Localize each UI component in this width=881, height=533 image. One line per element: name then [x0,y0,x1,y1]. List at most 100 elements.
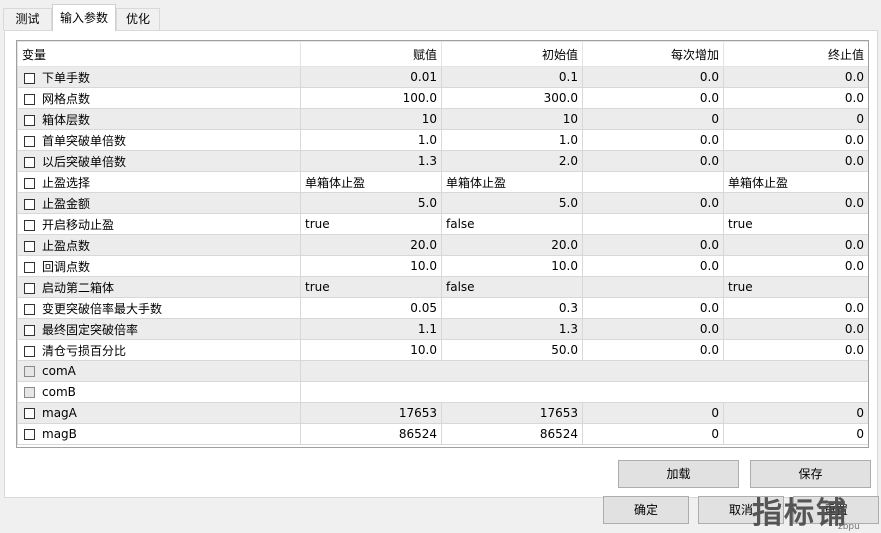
stop-cell[interactable]: 0.0 [723,87,868,109]
step-cell[interactable] [582,276,724,298]
step-cell[interactable] [582,171,724,193]
value-cell[interactable]: 0.05 [300,297,442,319]
step-cell[interactable]: 0.0 [582,129,724,151]
stop-cell[interactable]: 单箱体止盈 [723,171,868,193]
value-cell[interactable]: 86524 [300,423,442,445]
stop-cell[interactable]: true [723,276,868,298]
optimize-checkbox[interactable] [24,219,35,231]
start-cell[interactable]: 10 [441,108,583,130]
table-row[interactable]: 止盈金额 5.0 5.0 0.0 0.0 [17,192,868,214]
start-cell[interactable]: 86524 [441,423,583,445]
value-cell[interactable]: 20.0 [300,234,442,256]
column-header-value[interactable]: 赋值 [300,41,442,67]
optimize-checkbox[interactable] [24,324,35,336]
stop-cell[interactable]: 0 [723,108,868,130]
stop-cell[interactable]: true [723,213,868,235]
stop-cell[interactable]: 0 [723,423,868,445]
stop-cell[interactable]: 0.0 [723,66,868,88]
step-cell[interactable]: 0.0 [582,87,724,109]
table-row[interactable]: 止盈点数 20.0 20.0 0.0 0.0 [17,234,868,256]
step-cell[interactable]: 0.0 [582,234,724,256]
tab-optimization[interactable]: 优化 [116,8,160,30]
optimize-checkbox[interactable] [24,135,35,147]
step-cell[interactable]: 0 [582,402,724,424]
optimize-checkbox[interactable] [24,303,35,315]
ok-button[interactable]: 确定 [603,496,689,524]
start-cell[interactable]: 10.0 [441,255,583,277]
optimize-checkbox[interactable] [24,345,35,357]
table-row[interactable]: 开启移动止盈 true false true [17,213,868,235]
value-cell[interactable]: 10.0 [300,339,442,361]
optimize-checkbox[interactable] [24,429,35,440]
value-cell[interactable]: 1.1 [300,318,442,340]
start-cell[interactable]: 0.3 [441,297,583,319]
table-row[interactable]: 首单突破单倍数 1.0 1.0 0.0 0.0 [17,129,868,151]
table-row[interactable]: magA 17653 17653 0 0 [17,402,868,424]
column-header-stop[interactable]: 终止值 [723,41,868,67]
value-cell[interactable] [300,381,868,403]
step-cell[interactable]: 0.0 [582,192,724,214]
step-cell[interactable]: 0 [582,108,724,130]
start-cell[interactable]: 50.0 [441,339,583,361]
value-cell[interactable]: 10 [300,108,442,130]
optimize-checkbox[interactable] [24,156,35,168]
start-cell[interactable]: 20.0 [441,234,583,256]
start-cell[interactable]: 1.0 [441,129,583,151]
optimize-checkbox[interactable] [24,93,35,105]
table-row[interactable]: 箱体层数 10 10 0 0 [17,108,868,130]
value-cell[interactable]: 1.3 [300,150,442,172]
column-header-start[interactable]: 初始值 [441,41,583,67]
table-row[interactable]: 以后突破单倍数 1.3 2.0 0.0 0.0 [17,150,868,172]
step-cell[interactable]: 0.0 [582,150,724,172]
step-cell[interactable]: 0.0 [582,66,724,88]
table-row[interactable]: 回调点数 10.0 10.0 0.0 0.0 [17,255,868,277]
value-cell[interactable]: 1.0 [300,129,442,151]
start-cell[interactable]: false [441,213,583,235]
step-cell[interactable]: 0 [582,423,724,445]
load-button[interactable]: 加载 [618,460,739,488]
start-cell[interactable]: 17653 [441,402,583,424]
start-cell[interactable]: 1.3 [441,318,583,340]
tab-input-parameters[interactable]: 输入参数 [52,4,116,31]
table-row[interactable]: comA [17,360,868,382]
column-header-variable[interactable]: 变量 [17,41,301,67]
start-cell[interactable]: 单箱体止盈 [441,171,583,193]
optimize-checkbox[interactable] [24,282,35,294]
value-cell[interactable]: true [300,213,442,235]
save-button[interactable]: 保存 [750,460,871,488]
value-cell[interactable]: true [300,276,442,298]
value-cell[interactable]: 0.01 [300,66,442,88]
start-cell[interactable]: false [441,276,583,298]
stop-cell[interactable]: 0.0 [723,318,868,340]
stop-cell[interactable]: 0.0 [723,297,868,319]
value-cell[interactable]: 10.0 [300,255,442,277]
table-row[interactable]: 变更突破倍率最大手数 0.05 0.3 0.0 0.0 [17,297,868,319]
start-cell[interactable]: 2.0 [441,150,583,172]
optimize-checkbox[interactable] [24,261,35,273]
stop-cell[interactable]: 0 [723,402,868,424]
start-cell[interactable]: 0.1 [441,66,583,88]
table-row[interactable]: 止盈选择 单箱体止盈 单箱体止盈 单箱体止盈 [17,171,868,193]
table-row[interactable]: magB 86524 86524 0 0 [17,423,868,445]
value-cell[interactable]: 17653 [300,402,442,424]
value-cell[interactable]: 单箱体止盈 [300,171,442,193]
stop-cell[interactable]: 0.0 [723,339,868,361]
step-cell[interactable]: 0.0 [582,318,724,340]
optimize-checkbox[interactable] [24,72,35,84]
table-row[interactable]: 最终固定突破倍率 1.1 1.3 0.0 0.0 [17,318,868,340]
table-row[interactable]: 启动第二箱体 true false true [17,276,868,298]
step-cell[interactable]: 0.0 [582,339,724,361]
optimize-checkbox[interactable] [24,177,35,189]
stop-cell[interactable]: 0.0 [723,255,868,277]
value-cell[interactable] [300,360,868,382]
stop-cell[interactable]: 0.0 [723,234,868,256]
stop-cell[interactable]: 0.0 [723,150,868,172]
optimize-checkbox[interactable] [24,114,35,126]
optimize-checkbox[interactable] [24,198,35,210]
step-cell[interactable] [582,213,724,235]
step-cell[interactable]: 0.0 [582,255,724,277]
tab-test[interactable]: 测试 [3,8,52,30]
table-row[interactable]: comB [17,381,868,403]
table-row[interactable]: 清仓亏损百分比 10.0 50.0 0.0 0.0 [17,339,868,361]
value-cell[interactable]: 100.0 [300,87,442,109]
